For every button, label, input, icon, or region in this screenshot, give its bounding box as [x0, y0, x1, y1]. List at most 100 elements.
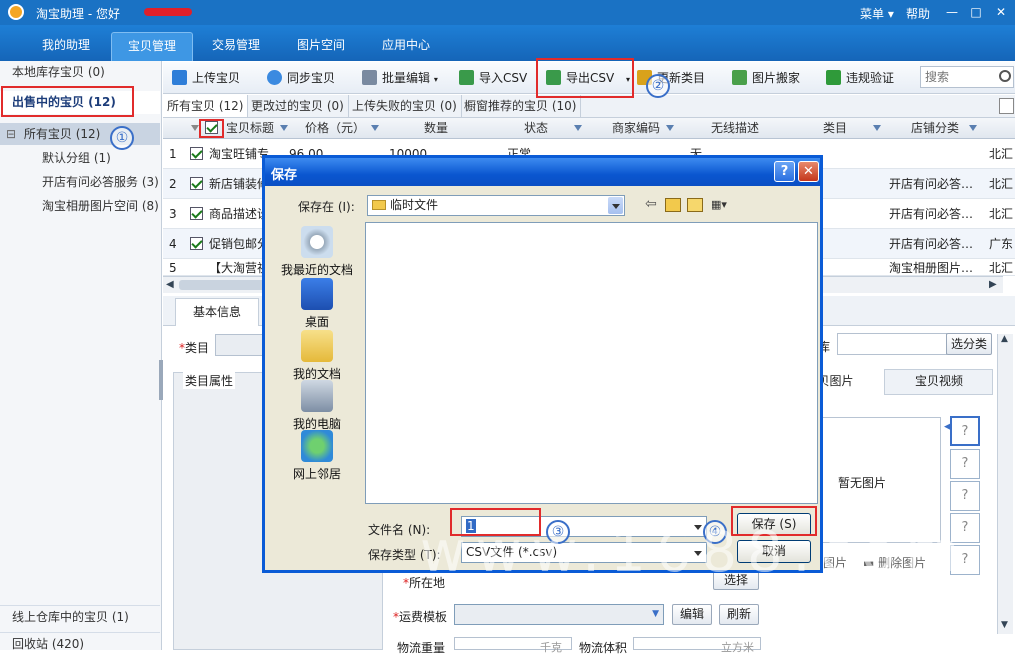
cell-location: 北汇: [989, 147, 1013, 161]
sync-button[interactable]: 同步宝贝: [267, 68, 335, 88]
annotation-step-1: ①: [110, 126, 134, 150]
shop-category-input[interactable]: [837, 333, 947, 355]
scroll-up-icon[interactable]: ▲: [1001, 334, 1008, 344]
app-title: 淘宝助理 - 您好: [36, 7, 120, 21]
column-title[interactable]: 宝贝标题: [226, 118, 296, 139]
search-icon[interactable]: [999, 70, 1011, 82]
subtab-showcase[interactable]: 橱窗推荐的宝贝 (10): [460, 95, 582, 117]
subtab-changed[interactable]: 更改过的宝贝 (0): [247, 95, 349, 117]
volume-label: 物流体积: [579, 641, 628, 655]
sidebar: 本地库存宝贝 (0) 出售中的宝贝 (12) ⊟ 所有宝贝 (12) 默认分组 …: [0, 61, 162, 651]
row-checkbox[interactable]: [190, 229, 203, 259]
row-checkbox[interactable]: [190, 169, 203, 199]
category-props-label: 类目属性: [183, 372, 236, 389]
my-computer-icon: [301, 380, 333, 412]
my-documents-icon: [301, 330, 333, 362]
image-slot-3[interactable]: ?: [950, 481, 980, 511]
scroll-down-icon[interactable]: ▼: [1001, 620, 1008, 630]
scroll-right-icon[interactable]: ▶: [989, 279, 997, 290]
tree-item-qa-service[interactable]: 开店有问必答服务 (3): [0, 171, 160, 193]
cell-shop-category: [889, 139, 985, 169]
batch-edit-button[interactable]: 批量编辑 ▾: [362, 68, 438, 88]
tab-trade-management[interactable]: 交易管理: [200, 32, 272, 61]
edit-columns-icon[interactable]: [999, 98, 1014, 114]
volume-unit: 立方米: [721, 641, 754, 654]
place-desktop[interactable]: 桌面: [277, 278, 357, 330]
sync-icon: [267, 70, 282, 85]
folder-icon: [372, 200, 386, 210]
category-label: *类目: [179, 341, 210, 355]
save-in-select[interactable]: 临时文件: [367, 195, 625, 216]
row-checkbox[interactable]: [190, 199, 203, 229]
tab-item-video[interactable]: 宝贝视频: [885, 369, 993, 395]
image-slot-1[interactable]: ?: [950, 416, 980, 446]
network-places-icon: [301, 430, 333, 462]
tree-item-album[interactable]: 淘宝相册图片空间 (8): [0, 195, 160, 217]
select-category-button[interactable]: 选分类: [946, 333, 992, 355]
column-shop-category[interactable]: 店铺分类: [911, 118, 1011, 139]
image-move-button[interactable]: 图片搬家: [732, 68, 800, 88]
view-menu-icon[interactable]: ▦▾: [711, 198, 733, 212]
row-number: 3: [169, 207, 177, 221]
column-mobile-desc[interactable]: 无线描述: [711, 118, 791, 139]
weight-label: 物流重量: [397, 641, 446, 655]
highlight-select-all: [199, 119, 224, 138]
save-in-label: 保存在 (I):: [298, 200, 355, 214]
tree-item-default[interactable]: 默认分组 (1): [0, 147, 160, 169]
dialog-title-bar[interactable]: 保存 ? ✕: [265, 158, 820, 186]
row-checkbox[interactable]: [190, 139, 203, 169]
subtab-failed[interactable]: 上传失败的宝贝 (0): [348, 95, 462, 117]
cell-shop-category: 开店有问必答…: [889, 177, 974, 191]
column-category[interactable]: 类目: [823, 118, 893, 139]
subtab-all[interactable]: 所有宝贝 (12): [163, 95, 249, 117]
tree-item-all[interactable]: ⊟ 所有宝贝 (12): [0, 123, 160, 145]
row-number: 5: [169, 261, 177, 275]
scroll-left-icon[interactable]: ◀: [166, 279, 174, 290]
refresh-freight-button[interactable]: 刷新: [719, 604, 759, 625]
item-filter-tabs: 所有宝贝 (12) 更改过的宝贝 (0) 上传失败的宝贝 (0) 橱窗推荐的宝贝…: [163, 95, 1015, 118]
close-icon[interactable]: ✕: [993, 4, 1009, 20]
sidebar-item-recycle[interactable]: 回收站 (420): [0, 632, 160, 655]
no-image-text: 暂无图片: [838, 476, 887, 490]
minimize-icon[interactable]: —: [944, 4, 960, 20]
back-icon[interactable]: ⇦: [645, 196, 657, 212]
cell-shop-category: 开店有问必答…: [889, 237, 974, 251]
maximize-icon[interactable]: □: [968, 4, 984, 20]
tab-my-assistant[interactable]: 我的助理: [30, 32, 102, 61]
up-folder-icon[interactable]: [665, 198, 681, 212]
tab-basic-info[interactable]: 基本信息: [175, 298, 259, 326]
import-csv-button[interactable]: 导入CSV: [459, 68, 527, 88]
help-icon[interactable]: ?: [774, 161, 795, 182]
grid-header: 宝贝标题 价格（元） 数量 状态 商家编码 无线描述 类目 店铺分类: [163, 118, 1015, 139]
new-folder-icon[interactable]: [687, 198, 703, 212]
tab-item-management[interactable]: 宝贝管理: [111, 32, 193, 61]
dialog-close-icon[interactable]: ✕: [798, 161, 819, 182]
column-qty[interactable]: 数量: [424, 118, 514, 139]
recent-documents-icon: [301, 226, 333, 258]
collapse-toggle-icon[interactable]: ⊟: [6, 127, 16, 141]
upload-button[interactable]: 上传宝贝: [172, 68, 240, 88]
column-merchant-code[interactable]: 商家编码: [612, 118, 702, 139]
column-status[interactable]: 状态: [524, 118, 594, 139]
place-my-documents[interactable]: 我的文档: [277, 330, 357, 382]
place-recent[interactable]: 我最近的文档: [277, 226, 357, 278]
image-move-icon: [732, 70, 747, 85]
image-slot-2[interactable]: ?: [950, 449, 980, 479]
row-number: 1: [169, 147, 177, 161]
place-network[interactable]: 网上邻居: [277, 430, 357, 482]
tab-image-space[interactable]: 图片空间: [285, 32, 357, 61]
violation-check-button[interactable]: 违规验证: [826, 68, 894, 88]
desktop-icon: [301, 278, 333, 310]
help-button[interactable]: 帮助: [906, 5, 930, 22]
place-my-computer[interactable]: 我的电脑: [277, 380, 357, 432]
vertical-scrollbar[interactable]: ▲ ▼: [997, 334, 1013, 634]
menu-button[interactable]: 菜单 ▾: [860, 5, 894, 22]
highlight-selling-items: [1, 86, 134, 117]
edit-freight-button[interactable]: 编辑: [672, 604, 712, 625]
tab-app-center[interactable]: 应用中心: [370, 32, 442, 61]
file-list[interactable]: [365, 222, 818, 504]
freight-template-select[interactable]: ▼: [454, 604, 664, 625]
sidebar-item-warehouse[interactable]: 线上仓库中的宝贝 (1): [0, 605, 160, 628]
sidebar-item-local[interactable]: 本地库存宝贝 (0): [0, 61, 160, 84]
column-price[interactable]: 价格（元）: [305, 118, 391, 139]
